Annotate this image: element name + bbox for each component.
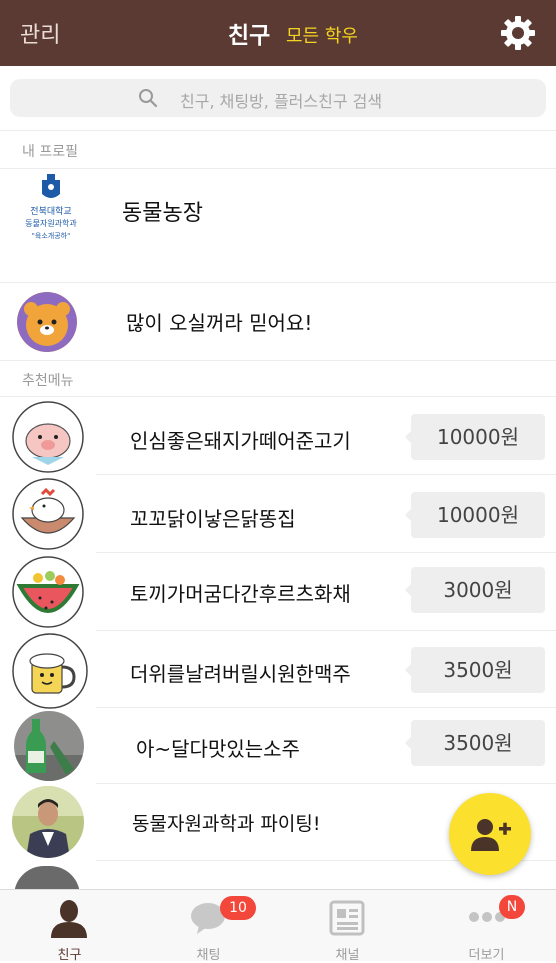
- bottom-tab-bar: 친구 10 채팅 채널 N 더보기: [0, 889, 556, 963]
- pig-icon: [12, 401, 84, 473]
- tab-label: 더보기: [468, 948, 505, 963]
- status-message[interactable]: 많이 오실꺼라 믿어요!: [126, 307, 312, 336]
- menu-item-price: 3500원: [405, 720, 545, 766]
- section-recommended: 추천메뉴: [22, 373, 74, 389]
- soju-photo: [14, 711, 84, 781]
- menu-item-price: 3000원: [405, 567, 545, 613]
- unread-badge: 10: [220, 896, 256, 920]
- menu-item-price: 10000원: [405, 492, 545, 538]
- menu-item-name: 인심좋은돼지가떼어준고기: [130, 429, 351, 453]
- lion-character-icon: [17, 292, 77, 352]
- profile-name[interactable]: 동물농장: [122, 195, 203, 227]
- menu-item-name: 아~달다맛있는소주: [136, 737, 300, 761]
- menu-item-name: 더위를날려버릴시원한맥주: [130, 662, 351, 686]
- tab-friends[interactable]: 친구: [0, 890, 139, 963]
- divider: [0, 396, 556, 397]
- divider: [0, 282, 556, 283]
- divider: [0, 168, 556, 169]
- logo-line-3: "육소개공하": [32, 231, 71, 240]
- student-photo: [12, 786, 84, 858]
- search-bar[interactable]: 친구, 채팅방, 플러스친구 검색: [10, 79, 546, 117]
- friends-filter[interactable]: 모든 학우: [286, 22, 358, 48]
- new-badge: N: [499, 895, 525, 919]
- tab-label: 채팅: [196, 948, 221, 963]
- menu-item-price: 10000원: [405, 414, 545, 460]
- menu-item-name: 동물자원과학과 파이팅!: [132, 813, 321, 835]
- watermelon-punch-icon: [12, 556, 84, 628]
- add-friend-button[interactable]: [449, 793, 531, 875]
- section-my-profile: 내 프로필: [22, 144, 78, 160]
- divider: [0, 360, 556, 361]
- divider: [96, 707, 556, 708]
- add-person-icon: [471, 819, 511, 851]
- top-bar: 관리 친구 모든 학우: [0, 0, 556, 66]
- svg-text:전북대학교: 전북대학교: [30, 206, 71, 217]
- divider: [96, 630, 556, 631]
- search-placeholder: 친구, 채팅방, 플러스친구 검색: [180, 92, 383, 111]
- divider: [96, 783, 556, 784]
- svg-text:"육소개공하": "육소개공하": [32, 231, 71, 240]
- menu-item-price: 3500원: [405, 647, 545, 693]
- newspaper-icon: [329, 900, 365, 936]
- divider: [96, 474, 556, 475]
- tab-chats[interactable]: 10 채팅: [139, 890, 278, 963]
- soju-bottle-icon: [14, 711, 84, 781]
- avatar[interactable]: [17, 292, 77, 352]
- menu-item-name: 토끼가머굼다간후르츠화채: [130, 582, 351, 606]
- divider: [0, 130, 556, 131]
- svg-text:동물자원과학과: 동물자원과학과: [25, 218, 77, 228]
- tab-more[interactable]: N 더보기: [417, 890, 556, 963]
- menu-item-name: 꼬꼬닭이낳은닭똥집: [130, 507, 296, 531]
- person-photo-icon: [12, 786, 84, 858]
- tab-channel[interactable]: 채널: [278, 890, 417, 963]
- beer-icon: [12, 633, 88, 709]
- divider: [96, 552, 556, 553]
- chicken-icon: [12, 478, 84, 550]
- gear-icon[interactable]: [500, 15, 536, 51]
- logo-line-1: 전북대학교: [30, 206, 71, 217]
- manage-button[interactable]: 관리: [20, 17, 60, 49]
- tab-label: 채널: [335, 948, 360, 963]
- logo-line-2: 동물자원과학과: [25, 218, 77, 228]
- search-icon: [139, 89, 158, 108]
- tab-label: 친구: [57, 948, 82, 963]
- department-logo: 전북대학교 동물자원과학과 "육소개공하": [25, 174, 77, 240]
- page-title: 친구: [228, 23, 271, 49]
- person-icon: [51, 900, 87, 938]
